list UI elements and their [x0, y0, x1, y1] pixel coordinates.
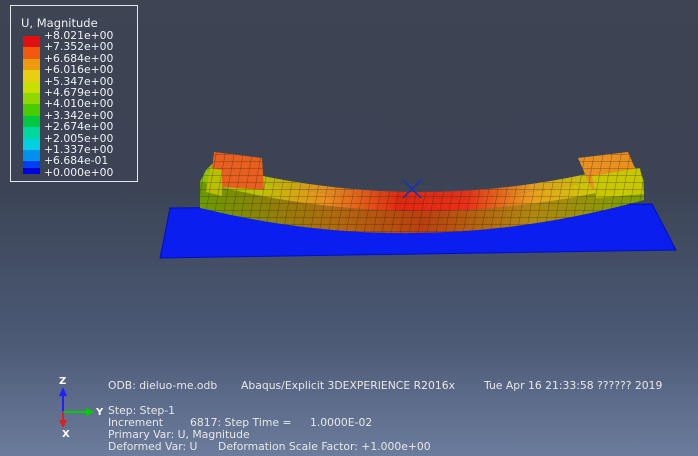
- legend-swatch: [23, 81, 40, 93]
- legend-value: +3.342e+00: [44, 108, 114, 122]
- legend-swatch: [23, 36, 40, 48]
- legend-value: +6.684e-01: [44, 154, 109, 168]
- legend-value: +6.684e+00: [44, 51, 114, 65]
- legend-swatch: [23, 127, 40, 139]
- triad-z-label: Z: [59, 376, 67, 387]
- legend-swatch: [23, 115, 40, 128]
- legend-swatch: [23, 167, 40, 174]
- legend-value: +4.010e+00: [44, 97, 114, 111]
- legend-value: +5.347e+00: [44, 74, 114, 88]
- odb-name: ODB: dieluo-me.odb: [108, 379, 218, 392]
- legend-value: +2.674e+00: [44, 120, 114, 134]
- coordinate-triad: [59, 387, 94, 428]
- solver-version: Abaqus/Explicit 3DEXPERIENCE R2016x: [241, 379, 455, 392]
- legend-value: +0.000e+00: [44, 165, 114, 179]
- legend-value: +2.005e+00: [44, 131, 114, 145]
- step-time: 1.0000E-02: [310, 416, 373, 429]
- legend-swatch: [23, 70, 40, 82]
- legend-value: +8.021e+00: [44, 29, 114, 42]
- triad-y-label: Y: [96, 407, 104, 418]
- triad-x-label: X: [62, 429, 70, 440]
- legend-value: +7.352e+00: [44, 40, 114, 54]
- legend-value: +1.337e+00: [44, 143, 114, 156]
- legend-swatch: [23, 58, 40, 71]
- legend-swatch: [23, 47, 40, 59]
- legend-swatch: [23, 104, 40, 116]
- legend-swatch: [23, 150, 40, 162]
- deformed-var: Deformed Var: U: [108, 440, 198, 453]
- legend-title: U, Magnitude: [21, 16, 98, 30]
- deformation-scale-factor: Deformation Scale Factor: +1.000e+00: [218, 440, 431, 453]
- legend-swatch: [23, 93, 40, 105]
- legend-value: +6.016e+00: [44, 63, 114, 77]
- legend-swatch: [23, 138, 40, 150]
- legend-value: +4.679e+00: [44, 86, 114, 99]
- analysis-date: Tue Apr 16 21:33:58 ?????? 2019: [484, 379, 663, 392]
